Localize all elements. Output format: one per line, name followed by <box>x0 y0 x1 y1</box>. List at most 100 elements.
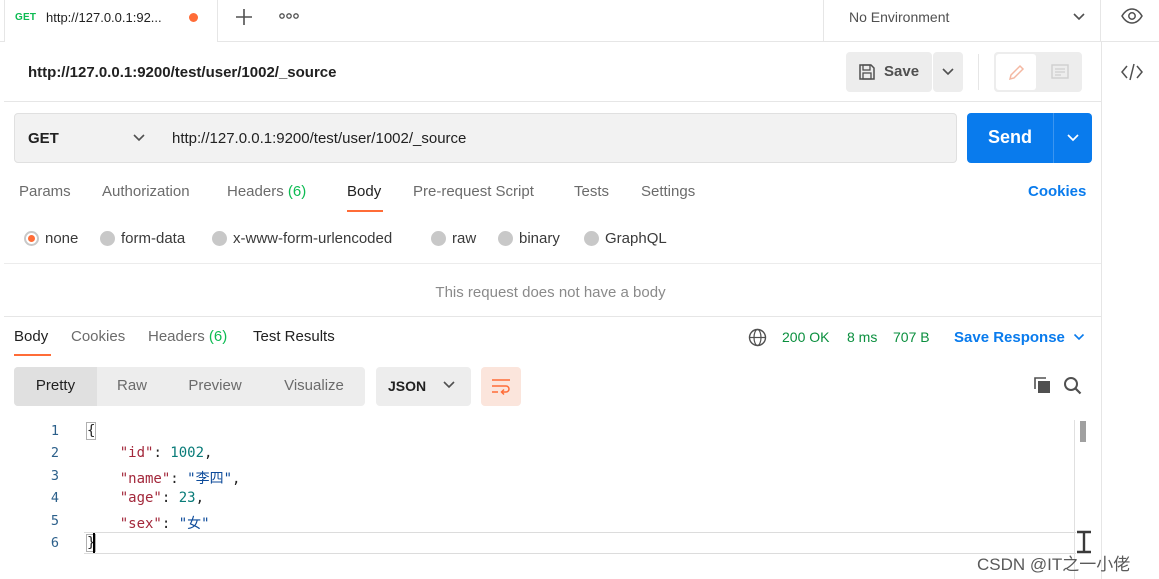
toolbar-divider <box>978 54 979 90</box>
mode-visualize[interactable]: Visualize <box>263 367 365 406</box>
chevron-down-icon <box>1072 11 1086 21</box>
status-code[interactable]: 200 OK <box>782 329 829 345</box>
tab-settings[interactable]: Settings <box>641 183 695 200</box>
mode-pretty[interactable]: Pretty <box>14 367 97 406</box>
globe-icon[interactable] <box>748 328 767 347</box>
response-time[interactable]: 8 ms <box>847 329 877 345</box>
code-line[interactable]: { <box>86 422 97 440</box>
line-number: 5 <box>50 513 59 529</box>
chevron-down-icon[interactable] <box>1073 332 1085 342</box>
wrap-lines-icon <box>492 379 510 396</box>
response-tab-headers[interactable]: Headers (6) <box>148 328 227 345</box>
code-line[interactable]: "id": 1002, <box>86 445 213 461</box>
chevron-down-icon <box>132 133 146 143</box>
text-caret <box>93 533 95 553</box>
response-tab-cookies[interactable]: Cookies <box>71 328 125 345</box>
save-label: Save <box>884 63 920 80</box>
divider <box>4 316 1101 317</box>
comment-button[interactable] <box>1040 54 1080 90</box>
request-title[interactable]: http://127.0.0.1:9200/test/user/1002/_so… <box>28 64 337 81</box>
code-line[interactable]: "sex": "女" <box>86 513 210 533</box>
code-icon[interactable] <box>1120 62 1144 82</box>
search-icon[interactable] <box>1063 376 1082 395</box>
radio-x-www-form-urlencoded[interactable]: x-www-form-urlencoded <box>212 229 417 249</box>
response-headers-count: (6) <box>208 328 228 345</box>
tab-method-badge: GET <box>15 12 37 23</box>
divider <box>4 101 1101 102</box>
line-number: 1 <box>50 423 59 439</box>
radio-icon <box>498 231 513 246</box>
save-icon <box>858 63 876 81</box>
tab-tests[interactable]: Tests <box>574 183 609 200</box>
save-options-button[interactable] <box>933 52 963 92</box>
json-key: "name" <box>119 471 171 487</box>
active-tab-indicator <box>14 354 51 356</box>
tab-pre-request-script[interactable]: Pre-request Script <box>413 183 534 200</box>
copy-icon[interactable] <box>1033 376 1051 394</box>
headers-count: (6) <box>287 183 307 200</box>
radio-icon <box>584 231 599 246</box>
radio-selected-icon <box>24 231 39 246</box>
response-size[interactable]: 707 B <box>893 329 930 345</box>
current-line-highlight <box>84 532 1076 554</box>
save-response-button[interactable]: Save Response <box>954 329 1065 346</box>
radio-form-data[interactable]: form-data <box>100 229 200 249</box>
send-button[interactable]: Send <box>967 113 1053 163</box>
response-tab-test-results[interactable]: Test Results <box>253 328 335 345</box>
radio-binary[interactable]: binary <box>498 229 568 249</box>
line-number: 4 <box>50 490 59 506</box>
send-label: Send <box>987 127 1032 147</box>
tab-params[interactable]: Params <box>19 183 71 200</box>
json-value: "李四" <box>187 471 233 487</box>
chevron-down-icon <box>1067 134 1079 142</box>
json-value: "女" <box>178 516 210 532</box>
tab-headers[interactable]: Headers (6) <box>227 183 306 200</box>
json-key: "sex" <box>119 516 162 532</box>
edit-button[interactable] <box>996 54 1036 90</box>
json-key: "id" <box>119 445 154 461</box>
radio-none[interactable]: none <box>24 229 84 249</box>
method-label: GET <box>28 130 59 147</box>
mode-raw[interactable]: Raw <box>97 367 167 406</box>
method-select[interactable]: GET <box>14 113 159 163</box>
scrollbar-thumb[interactable] <box>1080 421 1086 442</box>
eye-icon[interactable] <box>1121 7 1143 25</box>
request-tab[interactable]: GET http://127.0.0.1:92... <box>4 0 218 42</box>
radio-icon <box>431 231 446 246</box>
tab-title: http://127.0.0.1:92... <box>46 10 162 25</box>
wrap-lines-button[interactable] <box>481 367 521 406</box>
json-value: 23 <box>178 490 196 506</box>
mode-preview[interactable]: Preview <box>167 367 263 406</box>
code-line[interactable]: "age": 23, <box>86 490 204 506</box>
json-key: "age" <box>119 490 162 506</box>
environment-selector[interactable]: No Environment <box>823 0 1101 42</box>
url-input[interactable]: http://127.0.0.1:9200/test/user/1002/_so… <box>158 113 957 163</box>
active-tab-indicator <box>347 210 383 212</box>
right-rail-divider <box>1101 42 1102 579</box>
radio-graphql[interactable]: GraphQL <box>584 229 674 249</box>
unsaved-dot-icon <box>189 13 198 22</box>
tab-bar: GET http://127.0.0.1:92... No Environmen… <box>0 0 1159 42</box>
format-label: JSON <box>388 378 427 394</box>
json-value: 1002 <box>170 445 205 461</box>
pencil-icon <box>1008 64 1025 81</box>
plus-icon[interactable] <box>234 7 254 27</box>
tab-body[interactable]: Body <box>347 183 381 200</box>
response-tab-body[interactable]: Body <box>14 328 48 345</box>
environment-label: No Environment <box>849 9 950 25</box>
line-number: 6 <box>50 535 59 551</box>
radio-raw[interactable]: raw <box>431 229 481 249</box>
radio-icon <box>100 231 115 246</box>
tab-authorization[interactable]: Authorization <box>102 183 190 200</box>
chevron-down-icon <box>942 68 954 76</box>
ellipsis-icon[interactable] <box>279 11 299 21</box>
watermark: CSDN @IT之一小佬 <box>977 555 1131 574</box>
code-line[interactable]: "name": "李四", <box>86 468 241 488</box>
json-open-brace: { <box>86 422 97 440</box>
comment-icon <box>1051 64 1069 79</box>
send-options-button[interactable] <box>1053 113 1092 163</box>
cookies-link[interactable]: Cookies <box>1028 183 1086 200</box>
save-button[interactable]: Save <box>846 52 932 92</box>
format-select[interactable]: JSON <box>376 367 471 406</box>
chevron-down-icon <box>442 380 456 390</box>
